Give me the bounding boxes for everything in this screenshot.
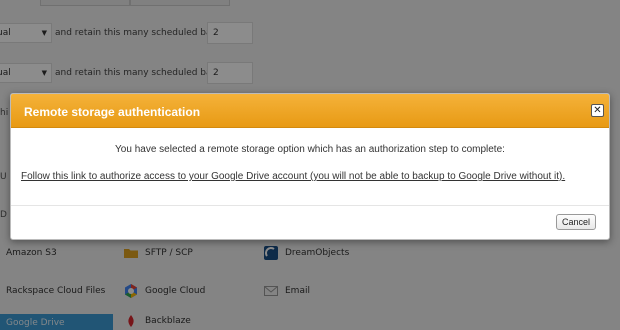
- close-icon: ✕: [593, 105, 602, 116]
- dialog-title: Remote storage authentication: [24, 105, 201, 119]
- auth-dialog: Remote storage authentication ✕ You have…: [10, 93, 610, 240]
- dialog-titlebar: Remote storage authentication ✕: [11, 94, 609, 128]
- close-button[interactable]: ✕: [591, 104, 604, 117]
- dialog-footer: Cancel: [11, 205, 609, 239]
- dialog-body: You have selected a remote storage optio…: [11, 128, 609, 206]
- cancel-button[interactable]: Cancel: [555, 214, 596, 230]
- dialog-message: You have selected a remote storage optio…: [115, 144, 505, 155]
- authorize-link[interactable]: Follow this link to authorize access to …: [21, 171, 565, 182]
